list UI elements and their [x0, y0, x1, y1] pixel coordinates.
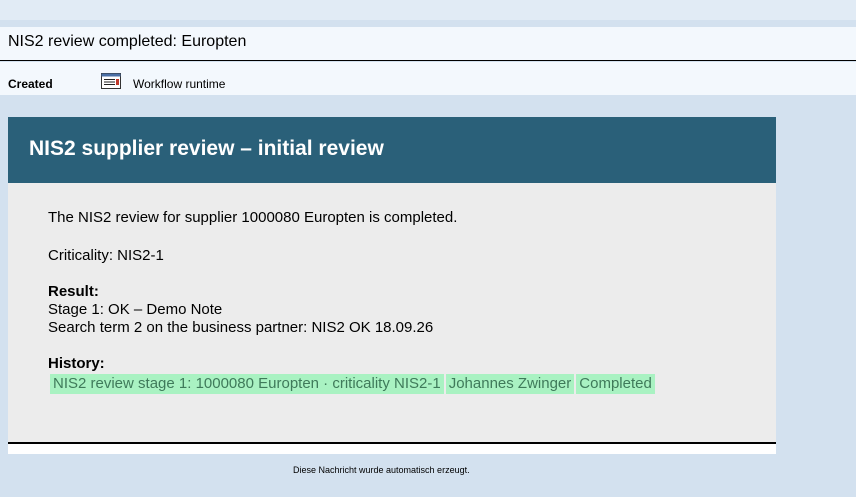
status-label: Created [8, 77, 53, 91]
intro-text: The NIS2 review for supplier 1000080 Eur… [48, 209, 458, 226]
message-card: NIS2 supplier review – initial review Th… [8, 117, 776, 454]
page-title: NIS2 review completed: Europten [8, 33, 247, 50]
history-table: NIS2 review stage 1: 1000080 Europten · … [48, 374, 657, 394]
card-header: NIS2 supplier review – initial review [8, 117, 776, 183]
card-heading: NIS2 supplier review – initial review [29, 137, 384, 160]
criticality-text: Criticality: NIS2-1 [48, 247, 164, 264]
result-section: Result: Stage 1: OK – Demo Note Search t… [48, 283, 433, 337]
document-icon[interactable] [101, 73, 121, 89]
top-strip [0, 0, 856, 20]
result-line: Stage 1: OK – Demo Note [48, 301, 223, 318]
history-step: NIS2 review stage 1: 1000080 Europten · … [50, 374, 444, 394]
result-line: Search term 2 on the business partner: N… [48, 319, 434, 336]
title-bar: NIS2 review completed: Europten [0, 27, 856, 61]
source-label: Workflow runtime [133, 77, 226, 91]
table-row: NIS2 review stage 1: 1000080 Europten · … [50, 374, 655, 394]
history-section: History: NIS2 review stage 1: 1000080 Eu… [48, 355, 657, 394]
card-footer [8, 444, 776, 454]
auto-generated-note: Diese Nachricht wurde automatisch erzeug… [293, 465, 470, 475]
result-label: Result: [48, 283, 99, 300]
history-user: Johannes Zwinger [445, 374, 575, 394]
history-state: Completed [576, 374, 655, 394]
meta-bar: Created Workflow runtime [0, 62, 856, 95]
history-label: History: [48, 355, 105, 372]
